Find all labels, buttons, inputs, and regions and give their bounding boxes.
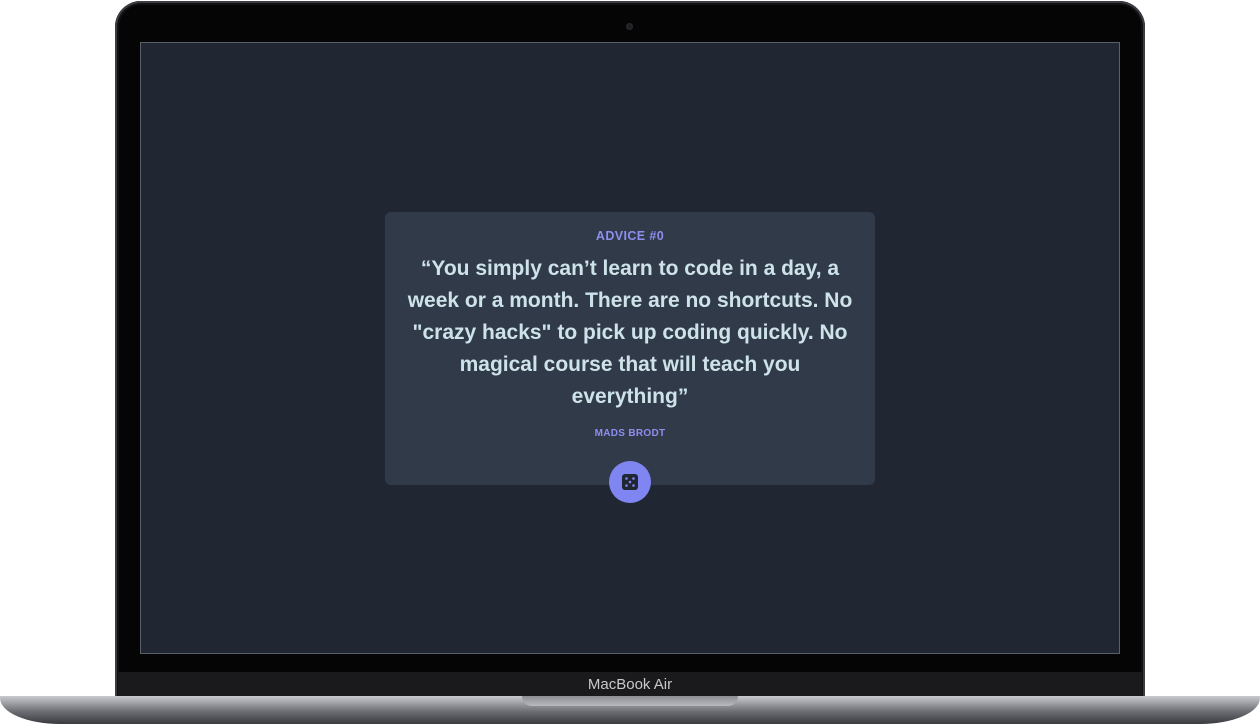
camera-icon	[626, 23, 633, 30]
new-advice-button[interactable]	[609, 461, 651, 503]
laptop-hinge-notch	[522, 696, 738, 706]
advice-id-label: ADVICE #0	[595, 229, 665, 243]
advice-card: ADVICE #0 “You simply can’t learn to cod…	[385, 212, 875, 503]
dice-icon	[622, 474, 638, 490]
laptop-mockup: ADVICE #0 “You simply can’t learn to cod…	[0, 0, 1260, 724]
advice-author: MADS BRODT	[594, 428, 666, 439]
device-brand-label: MacBook Air	[587, 676, 673, 693]
screen: ADVICE #0 “You simply can’t learn to cod…	[140, 42, 1120, 654]
advice-quote: “You simply can’t learn to code in a day…	[407, 257, 853, 408]
